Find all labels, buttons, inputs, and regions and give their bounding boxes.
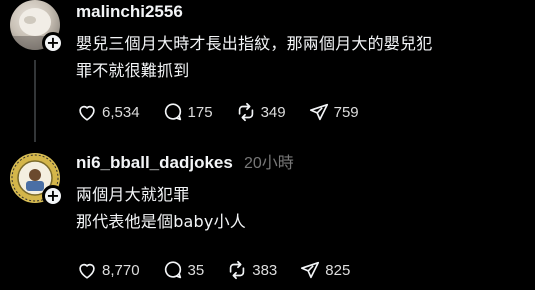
- post: + malinchi2556 嬰兒三個月大時才長出指紋，那兩個月大的嬰兒犯 罪不…: [0, 0, 535, 145]
- repost-icon: [229, 260, 245, 280]
- comment-icon: [164, 261, 181, 279]
- repost-count: 349: [260, 103, 286, 121]
- post-content: malinchi2556 嬰兒三個月大時才長出指紋，那兩個月大的嬰兒犯 罪不就很…: [76, 0, 523, 84]
- post-text: 嬰兒三個月大時才長出指紋，那兩個月大的嬰兒犯 罪不就很難抓到: [76, 30, 523, 84]
- post-header: malinchi2556: [76, 0, 523, 24]
- thread-line: [34, 60, 36, 142]
- like-button[interactable]: 6,534: [76, 101, 140, 123]
- avatar-container[interactable]: +: [10, 153, 64, 207]
- timestamp: 20小時: [243, 155, 294, 172]
- like-count: 6,534: [102, 103, 140, 121]
- post-content: ni6_bball_dadjokes 20小時 兩個月大就犯罪 那代表他是個ba…: [76, 151, 523, 235]
- reply-button[interactable]: 175: [162, 101, 213, 123]
- send-icon: [309, 103, 328, 121]
- post: + ni6_bball_dadjokes 20小時 兩個月大就犯罪 那代表他是個…: [0, 145, 535, 290]
- post-text-line: 兩個月大就犯罪: [76, 185, 190, 204]
- repost-button[interactable]: 349: [235, 101, 286, 123]
- share-count: 759: [333, 103, 359, 121]
- post-text-line: 那代表他是個baby小人: [76, 212, 246, 231]
- post-text-line: 嬰兒三個月大時才長出指紋，那兩個月大的嬰兒犯: [76, 34, 433, 53]
- share-button[interactable]: 759: [308, 101, 359, 123]
- comment-icon: [164, 103, 181, 121]
- repost-count: 383: [252, 261, 278, 279]
- like-button[interactable]: 8,770: [76, 259, 140, 281]
- repost-icon: [238, 102, 253, 122]
- action-bar: 6,534 175 349 759: [76, 101, 381, 123]
- reply-count: 35: [187, 261, 205, 279]
- share-button[interactable]: 825: [299, 259, 350, 281]
- plus-icon[interactable]: +: [42, 185, 64, 207]
- username[interactable]: ni6_bball_dadjokes: [76, 151, 233, 175]
- like-count: 8,770: [102, 261, 140, 279]
- reply-count: 175: [187, 103, 213, 121]
- repost-button[interactable]: 383: [226, 259, 277, 281]
- heart-icon: [79, 105, 95, 121]
- avatar-container[interactable]: +: [10, 0, 64, 54]
- share-count: 825: [325, 261, 351, 279]
- post-header: ni6_bball_dadjokes 20小時: [76, 151, 523, 175]
- plus-icon[interactable]: +: [42, 32, 64, 54]
- post-text: 兩個月大就犯罪 那代表他是個baby小人: [76, 181, 523, 235]
- heart-icon: [79, 263, 95, 279]
- action-bar: 8,770 35 383 825: [76, 259, 372, 281]
- send-icon: [301, 261, 320, 279]
- reply-button[interactable]: 35: [162, 259, 205, 281]
- post-text-line: 罪不就很難抓到: [76, 61, 190, 80]
- username[interactable]: malinchi2556: [76, 0, 183, 24]
